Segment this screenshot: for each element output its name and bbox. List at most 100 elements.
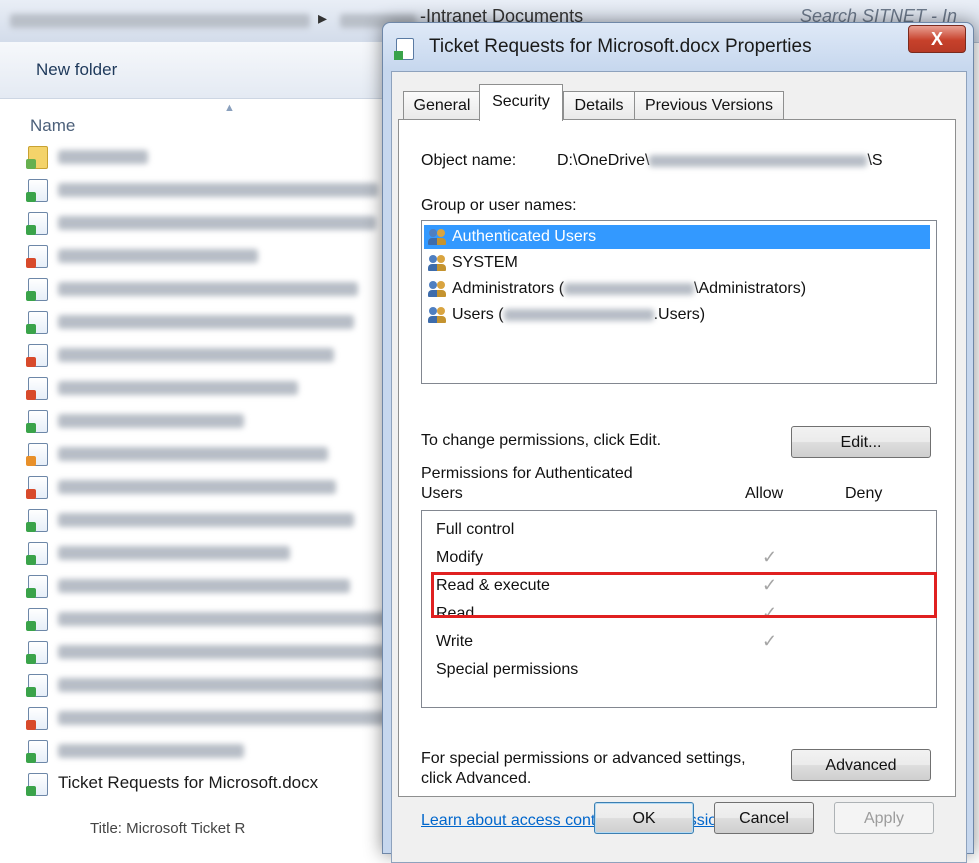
allow-check-icon: ✓	[762, 631, 778, 651]
excel-doc-icon	[26, 740, 48, 763]
permission-name: Full control	[436, 521, 515, 538]
permission-row-full-control: Full control	[422, 517, 936, 545]
users-icon	[428, 280, 448, 298]
change-permissions-text: To change permissions, click Edit.	[421, 432, 662, 449]
user-name: SYSTEM	[452, 254, 518, 271]
list-item[interactable]	[26, 437, 390, 470]
file-name-blurred	[58, 447, 328, 461]
file-name-blurred	[58, 315, 354, 329]
list-item[interactable]	[26, 701, 390, 734]
close-button[interactable]: X	[908, 25, 966, 53]
details-pane-text: Title: Microsoft Ticket R	[0, 820, 390, 838]
permission-row-modify: Modify ✓	[422, 545, 936, 573]
tab-security[interactable]: Security	[479, 84, 563, 121]
permissions-for-label-line1: Permissions for Authenticated	[421, 465, 633, 482]
file-name: Ticket Requests for Microsoft.docx	[58, 773, 319, 792]
list-item[interactable]	[26, 272, 390, 305]
permissions-for-label-line2: Users	[421, 485, 463, 502]
user-name-blurred	[503, 308, 654, 321]
permission-row-special: Special permissions	[422, 657, 936, 685]
apply-button[interactable]: Apply	[834, 802, 934, 834]
file-name-blurred	[58, 150, 148, 164]
powerpoint-doc-icon	[26, 344, 48, 367]
file-name-blurred	[58, 183, 378, 197]
cancel-button[interactable]: Cancel	[714, 802, 814, 834]
users-icon	[428, 306, 448, 324]
dialog-client: General Security Details Previous Versio…	[391, 71, 967, 863]
list-item[interactable]	[26, 602, 390, 635]
list-item[interactable]	[26, 140, 390, 173]
list-item[interactable]	[26, 569, 390, 602]
file-name-blurred	[58, 678, 390, 692]
group-user-names-label: Group or user names:	[421, 197, 577, 214]
file-name-blurred	[58, 546, 290, 560]
user-item-users[interactable]: Users (.Users)	[424, 303, 705, 327]
list-item[interactable]	[26, 635, 390, 668]
chevron-right-icon[interactable]: ▸	[318, 8, 327, 30]
list-item[interactable]	[26, 305, 390, 338]
powerpoint-doc-icon	[26, 377, 48, 400]
excel-doc-icon	[26, 542, 48, 565]
list-item[interactable]	[26, 239, 390, 272]
object-name-label: Object name:	[421, 152, 517, 169]
user-list[interactable]: Authenticated Users SYSTEM Administrator…	[421, 220, 937, 384]
advanced-button[interactable]: Advanced	[791, 749, 931, 781]
list-item[interactable]	[26, 404, 390, 437]
powerpoint-doc-icon	[26, 707, 48, 730]
list-item[interactable]	[26, 536, 390, 569]
details-title: Title: Microsoft Ticket R	[90, 820, 246, 837]
tab-general[interactable]: General	[403, 91, 481, 120]
dialog-titlebar[interactable]: Ticket Requests for Microsoft.docx Prope…	[383, 23, 973, 71]
list-item-selected-file[interactable]: Ticket Requests for Microsoft.docx	[26, 767, 390, 800]
excel-doc-icon	[26, 608, 48, 631]
file-name-blurred	[58, 513, 354, 527]
list-item[interactable]	[26, 338, 390, 371]
edit-button[interactable]: Edit...	[791, 426, 931, 458]
breadcrumb-blurred	[10, 12, 310, 34]
user-item-authenticated-users[interactable]: Authenticated Users	[424, 225, 930, 249]
folder-icon	[26, 146, 48, 169]
object-name-value: D:\OneDrive\ \S	[557, 152, 883, 170]
powerpoint-doc-icon	[26, 476, 48, 499]
file-name-blurred	[58, 711, 390, 725]
column-header: ▲ Name	[0, 100, 390, 140]
new-folder-button[interactable]: New folder	[36, 60, 117, 80]
file-name-blurred	[58, 579, 350, 593]
user-item-administrators[interactable]: Administrators (\Administrators)	[424, 277, 806, 301]
tab-previous-versions[interactable]: Previous Versions	[634, 91, 784, 120]
permission-name: Modify	[436, 549, 484, 566]
list-item[interactable]	[26, 734, 390, 767]
pdf-doc-icon	[26, 443, 48, 466]
column-name-header[interactable]: Name	[30, 116, 75, 136]
tab-details[interactable]: Details	[563, 91, 635, 120]
powerpoint-doc-icon	[26, 245, 48, 268]
users-icon	[428, 254, 448, 272]
excel-doc-icon	[26, 410, 48, 433]
list-item[interactable]	[26, 371, 390, 404]
properties-dialog: Ticket Requests for Microsoft.docx Prope…	[382, 22, 974, 863]
object-path-start: D:\OneDrive\	[557, 152, 650, 169]
list-item[interactable]	[26, 173, 390, 206]
user-name-blurred	[564, 282, 695, 295]
list-item[interactable]	[26, 470, 390, 503]
list-item[interactable]	[26, 503, 390, 536]
command-bar: New folder	[0, 42, 390, 99]
word-doc-icon	[26, 212, 48, 235]
user-item-system[interactable]: SYSTEM	[424, 251, 518, 275]
file-name-blurred	[58, 348, 334, 362]
dialog-title: Ticket Requests for Microsoft.docx Prope…	[429, 36, 812, 57]
list-item[interactable]	[26, 206, 390, 239]
user-name-prefix: Users (	[452, 306, 504, 323]
permission-name: Write	[436, 633, 474, 650]
file-name-blurred	[58, 249, 258, 263]
excel-doc-icon	[26, 575, 48, 598]
special-permissions-text-line2: click Advanced.	[421, 770, 532, 787]
object-path-blurred	[649, 154, 868, 167]
word-doc-icon	[26, 674, 48, 697]
list-item[interactable]	[26, 668, 390, 701]
word-doc-icon	[394, 38, 414, 60]
security-tab-panel: Object name: D:\OneDrive\ \S Group or use…	[398, 119, 956, 829]
file-name-blurred	[58, 282, 358, 296]
file-list: Ticket Requests for Microsoft.docx	[26, 140, 390, 800]
ok-button[interactable]: OK	[594, 802, 694, 834]
